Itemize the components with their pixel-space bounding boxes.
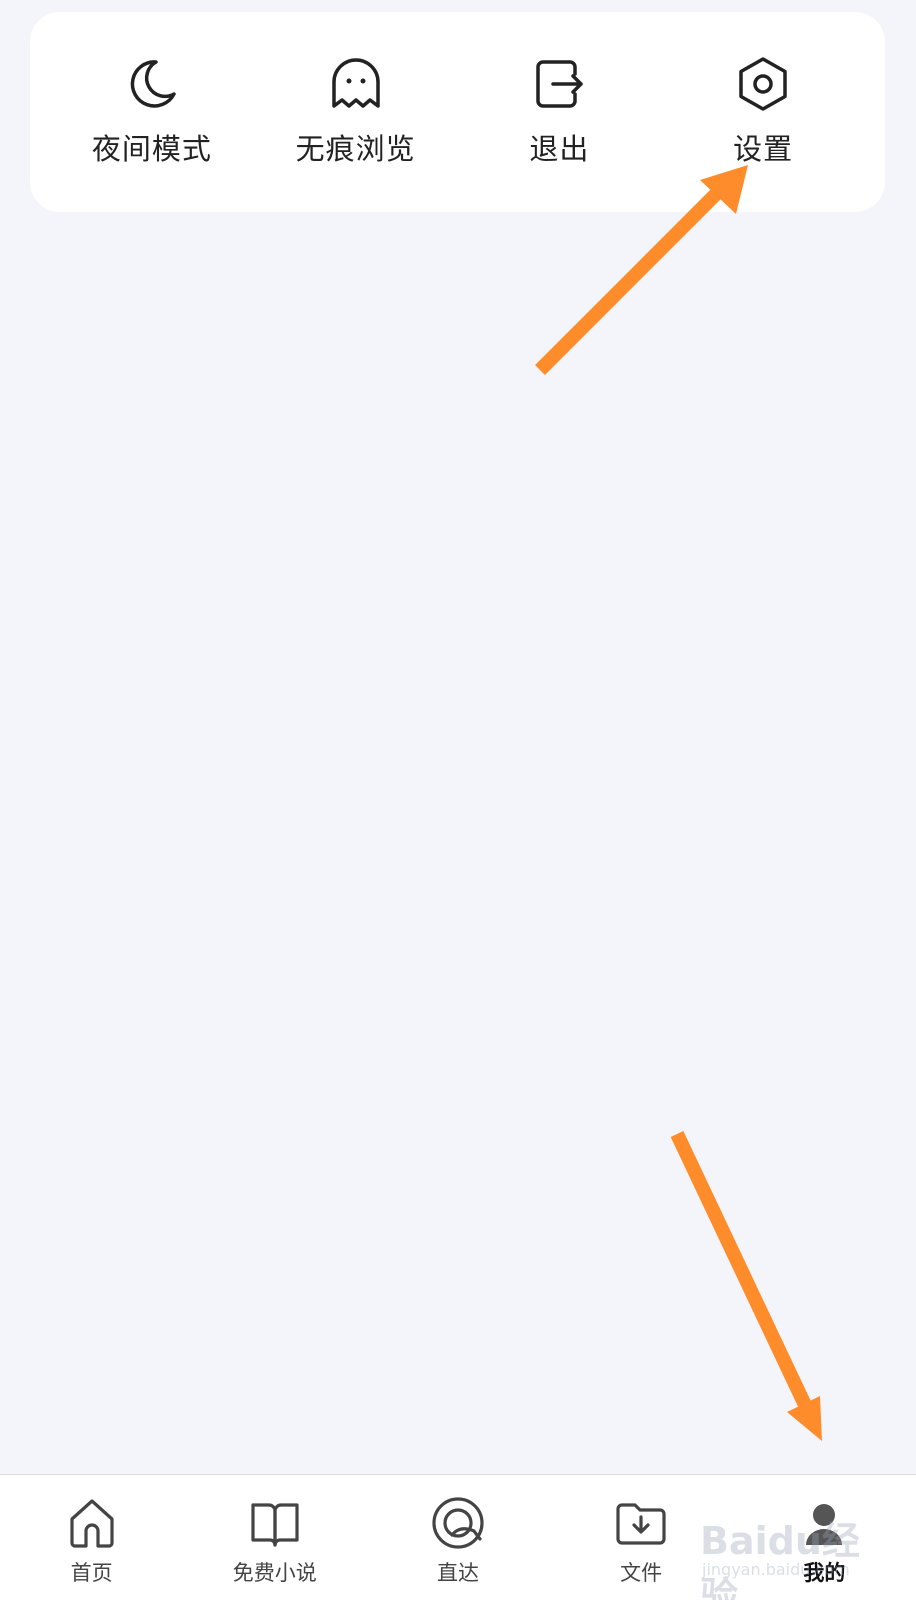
home-icon xyxy=(69,1499,114,1548)
tab-files-label: 文件 xyxy=(620,1561,663,1585)
tab-home-label: 首页 xyxy=(70,1561,113,1585)
settings-button[interactable]: 设置 xyxy=(668,12,858,168)
arrow-to-profile-tab xyxy=(670,1131,822,1441)
exit-button[interactable]: 退出 xyxy=(464,12,654,168)
exit-label: 退出 xyxy=(529,132,590,166)
exit-icon xyxy=(536,60,584,108)
tab-files[interactable]: 文件 xyxy=(550,1475,733,1600)
tab-direct[interactable]: 直达 xyxy=(366,1475,549,1600)
tab-direct-label: 直达 xyxy=(436,1561,479,1585)
settings-label: 设置 xyxy=(733,132,794,166)
annotation-arrows xyxy=(535,165,822,1441)
tab-profile-label: 我的 xyxy=(803,1561,846,1585)
tab-profile[interactable]: 我的 xyxy=(733,1475,916,1600)
profile-icon xyxy=(806,1504,843,1545)
settings-hexagon-icon xyxy=(739,57,787,111)
direct-icon xyxy=(432,1497,484,1549)
tab-home[interactable]: 首页 xyxy=(0,1475,183,1600)
incognito-button[interactable]: 无痕浏览 xyxy=(261,12,451,168)
folder-download-icon xyxy=(616,1503,666,1545)
tab-free-novels-label: 免费小说 xyxy=(232,1561,317,1585)
incognito-label: 无痕浏览 xyxy=(295,132,416,166)
book-icon xyxy=(251,1503,299,1547)
moon-icon xyxy=(130,60,176,108)
night-mode-button[interactable]: 夜间模式 xyxy=(57,12,247,168)
tab-free-novels[interactable]: 免费小说 xyxy=(183,1475,366,1600)
ghost-icon xyxy=(331,58,380,108)
quick-menu-card: 夜间模式 无痕浏览 退出 设置 xyxy=(30,12,885,212)
night-mode-label: 夜间模式 xyxy=(91,132,212,166)
page: 夜间模式 无痕浏览 退出 设置 首页 免费小说 直达 文件 我的 Baidu经验… xyxy=(0,0,916,1600)
bottom-tab-bar: 首页 免费小说 直达 文件 我的 xyxy=(0,1474,916,1600)
